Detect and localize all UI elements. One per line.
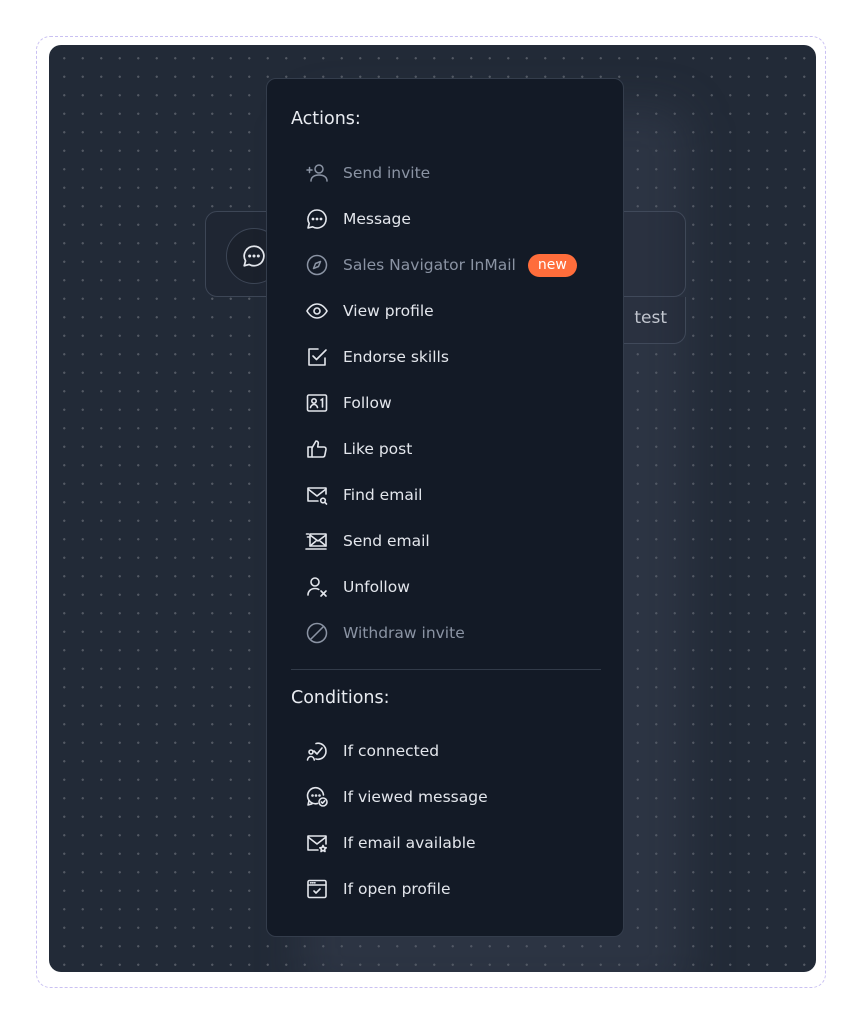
menu-item-if-open-profile[interactable]: If open profile (291, 870, 603, 908)
menu-item-label: Follow (343, 394, 392, 412)
profile-card-icon (303, 389, 331, 417)
menu-item-sales-navigator-inmail[interactable]: Sales Navigator InMail new (291, 246, 603, 284)
menu-item-label: Endorse skills (343, 348, 449, 366)
menu-item-label: Find email (343, 486, 423, 504)
checkbox-icon (303, 343, 331, 371)
menu-item-message[interactable]: Message (291, 200, 603, 238)
message-icon (243, 245, 265, 267)
menu-item-follow[interactable]: Follow (291, 384, 603, 422)
menu-item-send-email[interactable]: Send email (291, 522, 603, 560)
menu-item-unfollow[interactable]: Unfollow (291, 568, 603, 606)
mail-search-icon (303, 481, 331, 509)
add-step-menu: Actions: Send invite Message Sales Navig… (266, 78, 624, 937)
menu-item-withdraw-invite[interactable]: Withdraw invite (291, 614, 603, 652)
menu-item-label: Sales Navigator InMail (343, 256, 516, 274)
menu-item-if-connected[interactable]: If connected (291, 732, 603, 770)
menu-item-if-email-available[interactable]: If email available (291, 824, 603, 862)
add-user-icon (303, 159, 331, 187)
menu-item-label: If connected (343, 742, 440, 760)
mail-star-icon (303, 829, 331, 857)
menu-item-label: If viewed message (343, 788, 488, 806)
browser-check-icon (303, 875, 331, 903)
message-check-icon (303, 783, 331, 811)
menu-item-find-email[interactable]: Find email (291, 476, 603, 514)
eye-icon (303, 297, 331, 325)
menu-item-label: If email available (343, 834, 476, 852)
menu-item-label: Withdraw invite (343, 624, 465, 642)
menu-item-label: Unfollow (343, 578, 410, 596)
message-icon (303, 205, 331, 233)
menu-item-if-viewed-message[interactable]: If viewed message (291, 778, 603, 816)
menu-item-send-invite[interactable]: Send invite (291, 154, 603, 192)
menu-item-label: Like post (343, 440, 413, 458)
menu-item-label: View profile (343, 302, 434, 320)
thumbs-up-icon (303, 435, 331, 463)
menu-item-label: Send email (343, 532, 430, 550)
menu-item-label: Send invite (343, 164, 431, 182)
menu-divider (291, 669, 601, 670)
user-remove-icon (303, 573, 331, 601)
block-icon (303, 619, 331, 647)
connected-icon (303, 737, 331, 765)
menu-item-like-post[interactable]: Like post (291, 430, 603, 468)
menu-item-label: Message (343, 210, 411, 228)
compass-icon (303, 251, 331, 279)
new-badge: new (527, 253, 577, 277)
conditions-section-title: Conditions: (291, 688, 390, 708)
menu-item-label: If open profile (343, 880, 451, 898)
send-mail-icon (303, 527, 331, 555)
menu-item-endorse-skills[interactable]: Endorse skills (291, 338, 603, 376)
actions-section-title: Actions: (291, 109, 361, 129)
menu-item-view-profile[interactable]: View profile (291, 292, 603, 330)
